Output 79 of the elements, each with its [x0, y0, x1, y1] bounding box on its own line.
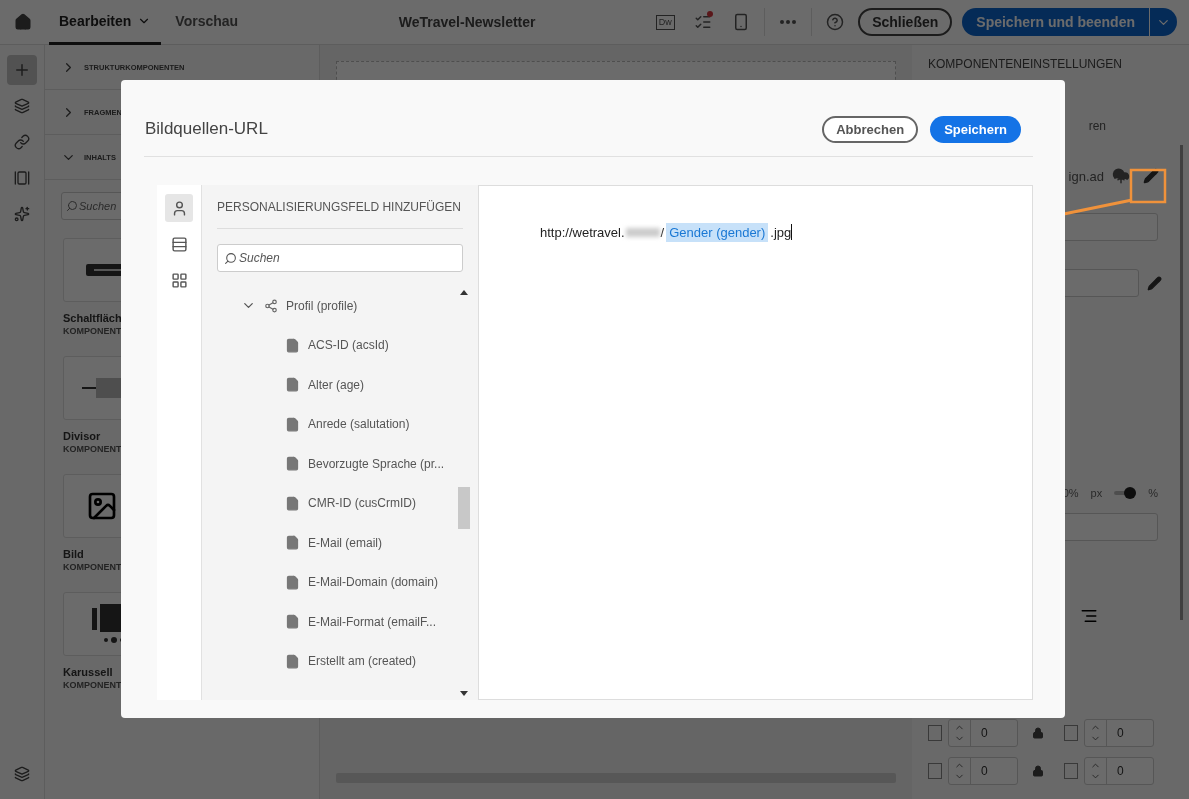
lock-icon[interactable]	[1032, 727, 1044, 739]
layers-icon	[14, 98, 30, 114]
file-icon	[285, 653, 300, 669]
home-icon	[13, 13, 32, 31]
file-icon	[285, 495, 300, 511]
component-category: KOMPONENT	[63, 562, 123, 572]
tree-item[interactable]: E-Mail (email)	[308, 535, 382, 550]
url-text: http://wetravel.	[540, 224, 625, 240]
search-placeholder: Suchen	[79, 200, 117, 212]
side-icon	[928, 763, 942, 779]
side-icon	[1064, 725, 1078, 741]
checklist-icon	[694, 13, 713, 31]
component-name: Schaltfläch	[63, 312, 123, 324]
tree-item[interactable]: Anrede (salutation)	[308, 417, 410, 432]
more-icon	[780, 20, 797, 24]
plus-icon	[13, 61, 31, 79]
file-icon	[285, 377, 300, 393]
tree-item[interactable]: Erstellt am (created)	[308, 654, 417, 669]
file-icon	[285, 416, 300, 432]
edit-icon[interactable]	[1143, 168, 1159, 184]
cancel-button[interactable]: Abbrechen	[822, 115, 919, 143]
side-icon	[1064, 763, 1078, 779]
panel-title: KOMPONENTENEINSTELLUNGEN	[928, 57, 1124, 71]
component-name: Bild	[63, 548, 85, 560]
file-icon	[285, 574, 300, 590]
help-icon	[826, 13, 845, 31]
search-field[interactable]: Suchen	[217, 244, 463, 272]
search-placeholder: Suchen	[239, 251, 280, 265]
file-icon	[285, 337, 300, 353]
tree-item[interactable]: E-Mail-Format (emailF...	[308, 614, 436, 629]
layers-icon	[14, 766, 30, 782]
component-category: KOMPONENT	[63, 680, 123, 690]
tree-item[interactable]: Alter (age)	[308, 377, 365, 392]
search-icon	[224, 251, 237, 265]
align-right-icon[interactable]	[1080, 607, 1098, 625]
component-name: Karussell	[63, 666, 114, 678]
tree-item[interactable]: Bevorzugte Sprache (pr...	[308, 456, 445, 471]
number-value: 0	[980, 725, 989, 742]
tree-item[interactable]: Profil (profile)	[286, 298, 358, 313]
gallery-icon	[14, 170, 30, 186]
tree-item[interactable]: E-Mail-Domain (domain)	[308, 575, 439, 590]
link-node-icon	[264, 298, 278, 313]
url-editor[interactable]: http://wetravel. / Gender (gender) .jpg	[478, 185, 1033, 700]
file-icon	[285, 614, 300, 630]
save-options-button[interactable]	[1149, 8, 1177, 36]
grid-icon	[170, 271, 188, 289]
rows-icon	[170, 235, 188, 253]
upload-cloud-icon[interactable]	[1112, 167, 1130, 185]
component-category: KOMPONENT	[63, 444, 123, 454]
number-value: 0	[980, 763, 989, 780]
rail-button[interactable]	[7, 55, 37, 85]
search-icon	[66, 200, 78, 212]
unit-label: %	[1148, 487, 1158, 499]
edit-icon[interactable]	[1147, 275, 1162, 291]
text-cursor	[791, 224, 793, 240]
side-icon	[928, 725, 942, 741]
file-icon	[285, 456, 300, 472]
document-title: WeTravel-Newsletter	[397, 14, 537, 30]
url-text: /	[660, 224, 665, 240]
side-tab[interactable]	[165, 194, 193, 222]
panel-title: PERSONALISIERUNGSFELD HINZUFÜGEN	[217, 185, 463, 229]
lock-icon[interactable]	[1032, 765, 1044, 777]
tree-item[interactable]: ACS-ID (acsId)	[308, 338, 389, 353]
component-name: Divisor	[63, 430, 102, 442]
tree-item[interactable]: CMR-ID (cusCrmID)	[308, 496, 416, 511]
dialog-title: Bildquellen-URL	[145, 119, 268, 139]
file-name: ign.ad	[1068, 168, 1104, 184]
sparkle-icon	[14, 206, 30, 222]
label-text: ren	[1088, 119, 1106, 133]
number-value: 0	[1116, 725, 1125, 742]
file-icon	[285, 535, 300, 551]
save-button[interactable]: Speichern	[930, 115, 1021, 143]
unit-label: px	[1090, 487, 1103, 499]
number-value: 0	[1116, 763, 1125, 780]
link-icon	[14, 134, 30, 150]
component-category: KOMPONENT	[63, 326, 123, 336]
redacted-blur	[625, 227, 660, 237]
image-icon	[86, 490, 118, 522]
url-text: .jpg	[770, 224, 792, 240]
